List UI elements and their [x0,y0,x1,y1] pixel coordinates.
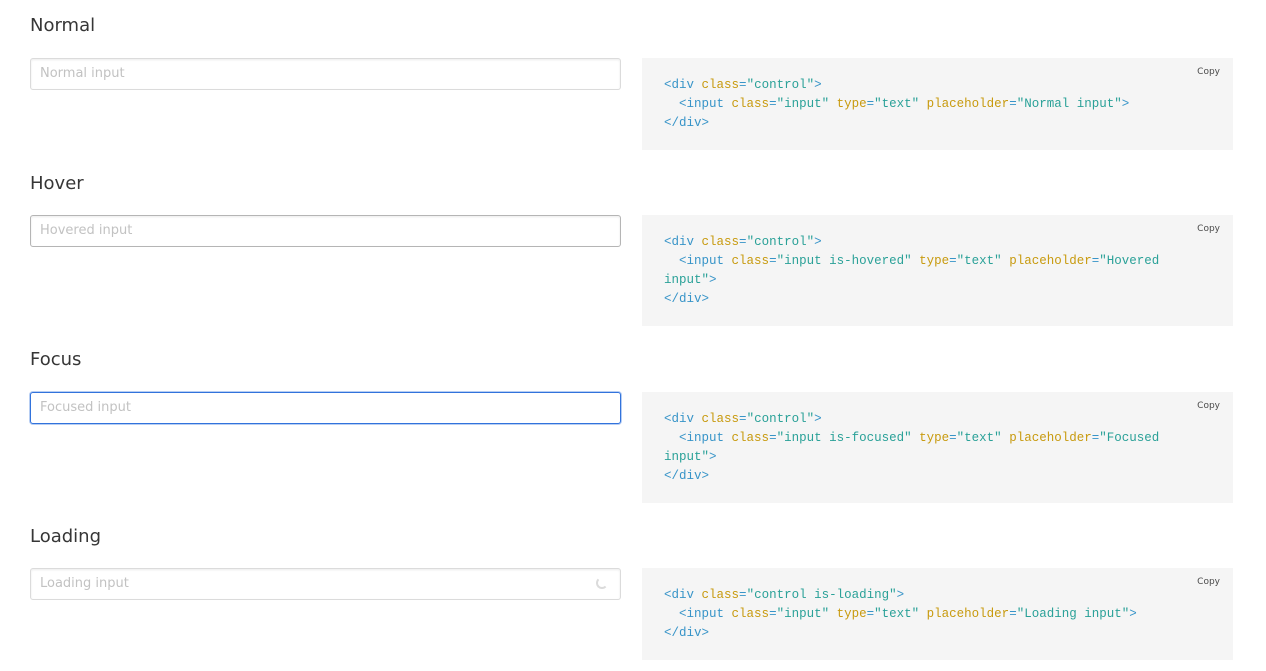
code-snippet: <div class="control"> <input class="inpu… [664,235,1167,306]
section-title: Focus [30,349,82,370]
hovered-input[interactable]: Hovered input [30,215,621,247]
copy-button[interactable]: Copy [1197,401,1220,411]
section-title: Normal [30,15,96,36]
code-snippet: <div class="control"> <input class="inpu… [664,78,1130,130]
copy-button[interactable]: Copy [1197,224,1220,234]
copy-button[interactable]: Copy [1197,577,1220,587]
code-snippet: <div class="control"> <input class="inpu… [664,412,1167,483]
section-title: Hover [30,173,84,194]
normal-input[interactable]: Normal input [30,58,621,90]
loading-spinner-icon [596,577,608,589]
code-block: Copy <div class="control"> <input class=… [642,58,1233,150]
code-block: Copy <div class="control"> <input class=… [642,215,1233,326]
copy-button[interactable]: Copy [1197,67,1220,77]
code-snippet: <div class="control is-loading"> <input … [664,588,1137,640]
loading-input[interactable]: Loading input [30,568,621,600]
code-block: Copy <div class="control"> <input class=… [642,392,1233,503]
focused-input[interactable]: Focused input [30,392,621,424]
section-title: Loading [30,526,102,547]
input-placeholder: Loading input [40,576,129,591]
code-block: Copy <div class="control is-loading"> <i… [642,568,1233,660]
